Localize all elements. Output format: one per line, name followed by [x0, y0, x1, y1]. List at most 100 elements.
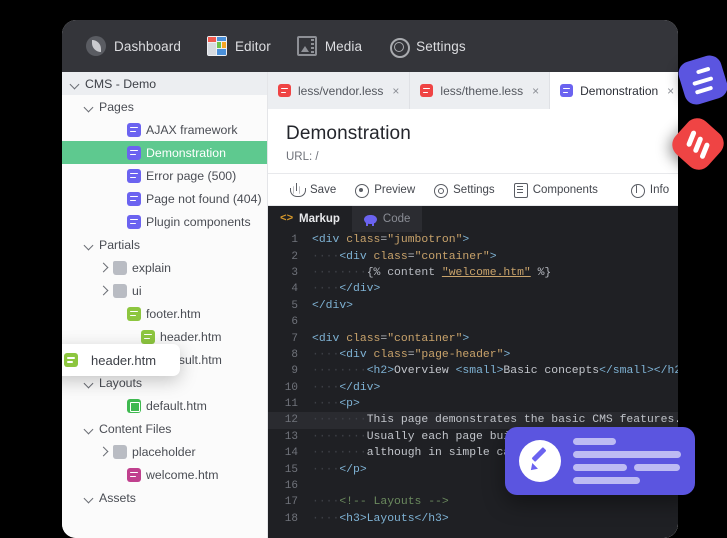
- preview-label: Preview: [374, 184, 415, 196]
- line-number: 8: [268, 349, 308, 361]
- media-image-icon: [297, 36, 317, 56]
- tree-row[interactable]: Demonstration: [62, 141, 267, 164]
- close-icon[interactable]: ×: [667, 84, 674, 98]
- code-line[interactable]: 18····<h3>Layouts</h3>: [268, 511, 678, 527]
- tree-row[interactable]: Plugin components: [62, 210, 267, 233]
- page-file-icon: [560, 84, 573, 97]
- chevron-right-icon[interactable]: [98, 263, 108, 273]
- folder-file-icon: [113, 445, 127, 459]
- code-line[interactable]: 1<div class="jumbotron">: [268, 232, 678, 248]
- code-line[interactable]: 3········{% content "welcome.htm" %}: [268, 265, 678, 281]
- tree-row[interactable]: Partials: [62, 233, 267, 256]
- chevron-down-icon[interactable]: [84, 493, 94, 503]
- tree-row[interactable]: Assets: [62, 486, 267, 509]
- code-line[interactable]: 2····<div class="container">: [268, 248, 678, 264]
- tree-row[interactable]: Pages: [62, 95, 267, 118]
- page-file-icon: [127, 169, 141, 183]
- php-elephant-icon: [364, 213, 377, 226]
- code-line[interactable]: 5</div>: [268, 298, 678, 314]
- code-line[interactable]: 4····</div>: [268, 281, 678, 297]
- chevron-down-icon[interactable]: [84, 378, 94, 388]
- preview-eye-icon: [354, 183, 368, 197]
- nav-item-media[interactable]: Media: [285, 29, 374, 63]
- tree-row[interactable]: Content Files: [62, 417, 267, 440]
- code-line[interactable]: 8····<div class="page-header">: [268, 347, 678, 363]
- tree-row[interactable]: footer.htm: [62, 302, 267, 325]
- nav-item-settings[interactable]: Settings: [376, 29, 478, 63]
- code-line[interactable]: 10····</div>: [268, 380, 678, 396]
- code-token: =: [408, 349, 415, 361]
- editor-tab[interactable]: less/theme.less×: [410, 72, 550, 109]
- line-number: 4: [268, 283, 308, 295]
- tree-row[interactable]: AJAX framework: [62, 118, 267, 141]
- code-token: <div: [312, 333, 346, 345]
- close-icon[interactable]: ×: [532, 84, 539, 98]
- editor-tab[interactable]: less/vendor.less ×: [268, 72, 410, 109]
- chevron-placeholder: [112, 309, 122, 319]
- tree-row[interactable]: CMS - Demo: [62, 72, 267, 95]
- partial-file-icon: [141, 330, 155, 344]
- code-line[interactable]: 17····<!-- Layouts -->: [268, 494, 678, 510]
- code-token: ····: [312, 513, 339, 525]
- chevron-down-icon[interactable]: [70, 79, 80, 89]
- code-line[interactable]: 11····<p>: [268, 396, 678, 412]
- tree-row-label: Error page (500): [146, 169, 236, 183]
- line-number: 3: [268, 267, 308, 279]
- chevron-placeholder: [112, 125, 122, 135]
- code-tab-label: Markup: [299, 213, 340, 225]
- code-line[interactable]: 7<div class="container">: [268, 330, 678, 346]
- code-line[interactable]: 6: [268, 314, 678, 330]
- tree-row[interactable]: ui: [62, 279, 267, 302]
- tree-row[interactable]: Error page (500): [62, 164, 267, 187]
- close-icon[interactable]: ×: [392, 84, 399, 98]
- editor-tab[interactable]: Demonstration×: [550, 72, 678, 109]
- tree-row[interactable]: Page not found (404): [62, 187, 267, 210]
- code-tab[interactable]: Code: [352, 206, 423, 232]
- line-number: 13: [268, 431, 308, 443]
- line-number: 15: [268, 464, 308, 476]
- leaf-icon: [86, 36, 106, 56]
- page-file-icon: [127, 123, 141, 137]
- info-button[interactable]: Info: [622, 179, 677, 201]
- code-token: <div: [339, 251, 373, 263]
- nav-item-dashboard[interactable]: Dashboard: [74, 29, 193, 63]
- code-line[interactable]: 9········<h2>Overview <small>Basic conce…: [268, 363, 678, 379]
- code-token: ····: [312, 414, 339, 426]
- save-button[interactable]: Save: [282, 179, 344, 201]
- chevron-down-icon[interactable]: [84, 424, 94, 434]
- chevron-right-icon[interactable]: [98, 447, 108, 457]
- code-line-text: </div>: [308, 300, 678, 312]
- preview-button[interactable]: Preview: [346, 179, 423, 201]
- editor-tab-label: less/vendor.less: [298, 84, 383, 98]
- line-number: 16: [268, 480, 308, 492]
- chevron-placeholder: [112, 171, 122, 181]
- code-line-text: ····</div>: [308, 382, 678, 394]
- code-token: class: [346, 333, 380, 345]
- components-button[interactable]: Components: [505, 179, 606, 201]
- top-navigation-bar: Dashboard Editor Media Settings: [62, 20, 678, 72]
- chevron-down-icon[interactable]: [84, 240, 94, 250]
- nav-item-editor[interactable]: Editor: [195, 29, 283, 63]
- promo-card[interactable]: [505, 427, 695, 495]
- tree-row[interactable]: welcome.htm: [62, 463, 267, 486]
- settings-button[interactable]: Settings: [425, 179, 503, 201]
- chevron-right-icon[interactable]: [98, 286, 108, 296]
- tree-row[interactable]: explain: [62, 256, 267, 279]
- code-token: ····: [339, 447, 366, 459]
- code-token: >: [462, 234, 469, 246]
- code-tab[interactable]: <>Markup: [268, 206, 352, 232]
- code-token: "page-header": [415, 349, 504, 361]
- code-token: ····: [312, 365, 339, 377]
- code-token: Usually each page bui: [367, 431, 511, 443]
- tree-row[interactable]: placeholder: [62, 440, 267, 463]
- line-number: 7: [268, 333, 308, 345]
- nav-label-dashboard: Dashboard: [114, 39, 181, 54]
- tree-row-label: Partials: [99, 238, 140, 252]
- tree-row[interactable]: default.htm: [62, 394, 267, 417]
- code-line-text: ····<p>: [308, 398, 678, 410]
- content-file-icon: [127, 468, 141, 482]
- chevron-down-icon[interactable]: [84, 102, 94, 112]
- chevron-placeholder: [112, 148, 122, 158]
- file-tree-sidebar[interactable]: CMS - DemoPagesAJAX frameworkDemonstrati…: [62, 72, 268, 538]
- code-token: =: [408, 251, 415, 263]
